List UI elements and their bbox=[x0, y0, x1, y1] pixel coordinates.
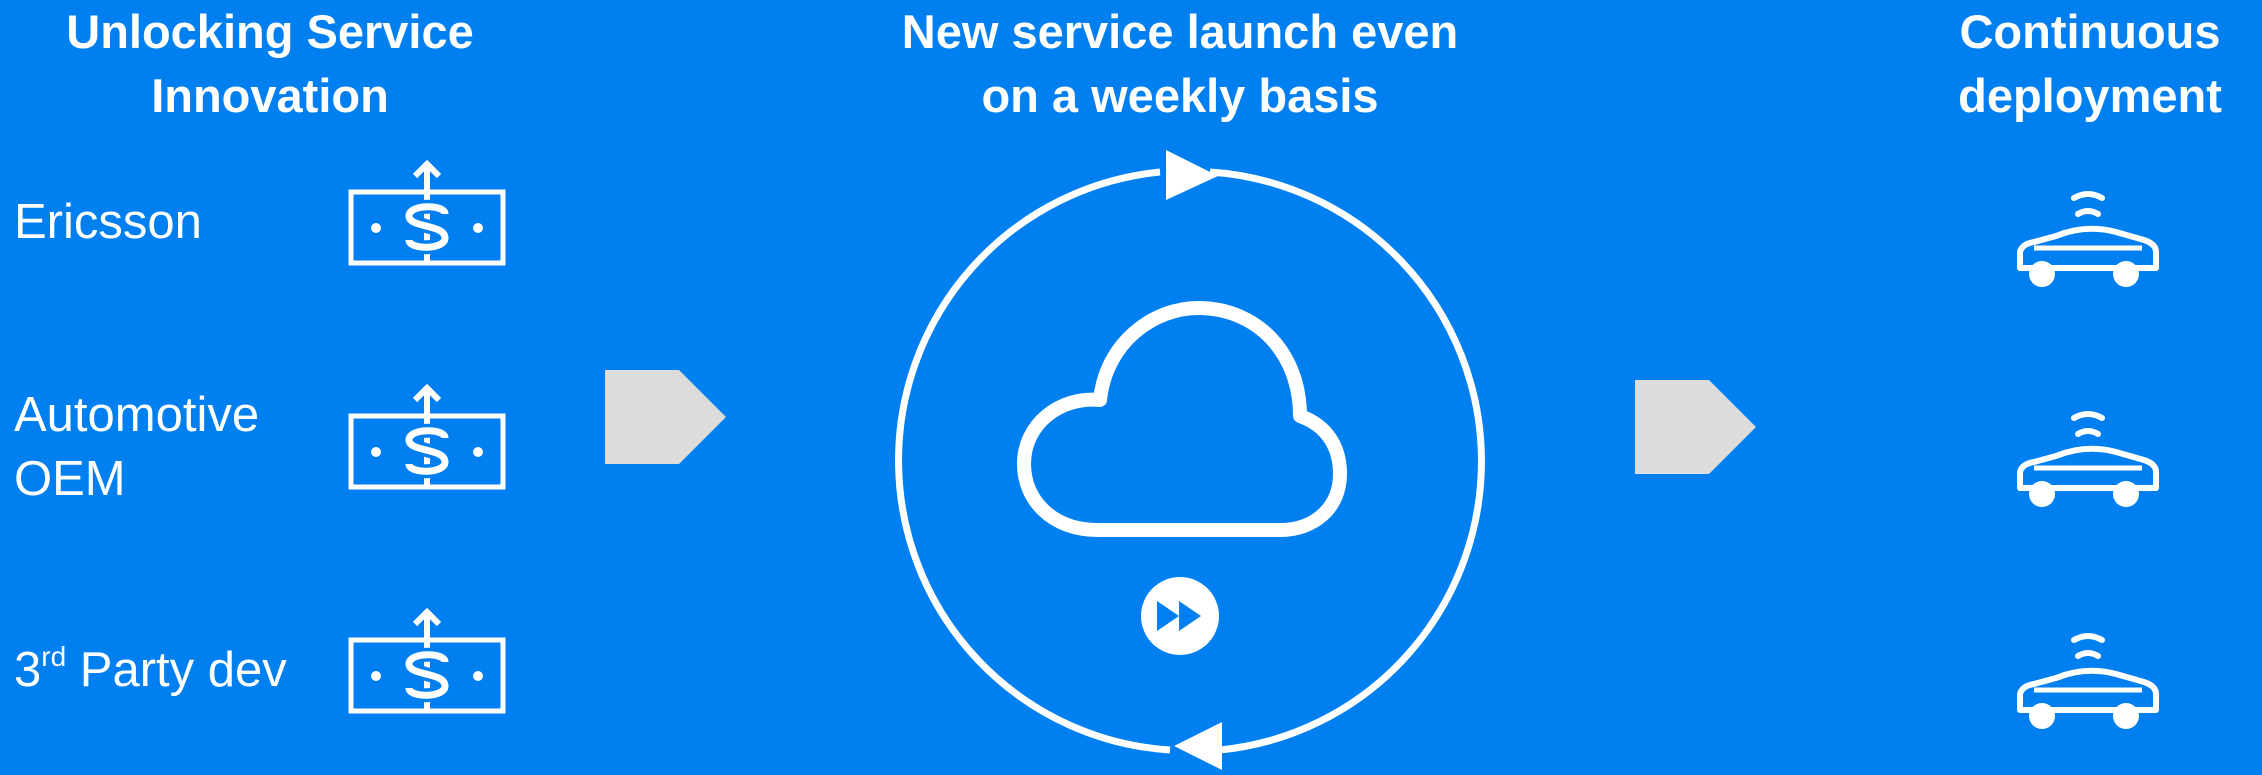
center-heading: New service launch even on a weekly basi… bbox=[780, 0, 1580, 128]
left-heading-line1: Unlocking Service bbox=[66, 5, 474, 58]
money-growth-icon bbox=[348, 383, 506, 490]
connected-car-icon bbox=[2017, 411, 2159, 507]
center-heading-line2: on a weekly basis bbox=[981, 69, 1379, 122]
right-heading-line1: Continuous bbox=[1959, 5, 2221, 58]
money-growth-icon bbox=[348, 159, 506, 266]
label-automotive-line1: Automotive bbox=[14, 388, 260, 442]
label-automotive-oem: Automotive OEM bbox=[14, 383, 259, 511]
left-heading: Unlocking Service Innovation bbox=[0, 0, 540, 128]
flow-arrow-left bbox=[605, 370, 726, 464]
label-third-prefix: 3 bbox=[14, 643, 42, 697]
label-third-sup: rd bbox=[41, 641, 67, 672]
flow-arrow-right bbox=[1635, 380, 1756, 474]
label-third-rest: Party dev bbox=[66, 643, 287, 697]
right-heading: Continuous deployment bbox=[1930, 0, 2250, 128]
label-ericsson: Ericsson bbox=[14, 195, 202, 249]
label-third-party-dev: 3rd Party dev bbox=[14, 638, 287, 709]
fast-forward-icon bbox=[1141, 577, 1219, 655]
right-heading-line2: deployment bbox=[1958, 69, 2222, 122]
cloud-icon bbox=[1017, 301, 1347, 537]
left-heading-line2: Innovation bbox=[151, 69, 389, 122]
connected-car-icon bbox=[2017, 633, 2159, 729]
money-growth-icon bbox=[348, 607, 506, 714]
center-heading-line1: New service launch even bbox=[901, 5, 1459, 58]
connected-car-icon bbox=[2017, 191, 2159, 287]
label-automotive-line2: OEM bbox=[14, 452, 126, 506]
